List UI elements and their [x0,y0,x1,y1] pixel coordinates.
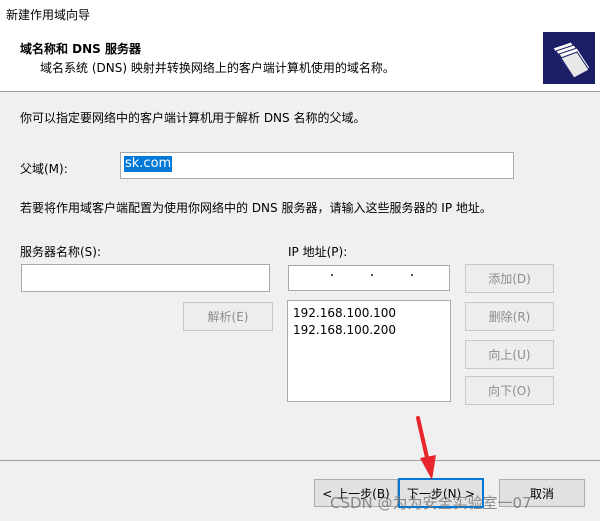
ip-dot-2 [371,274,373,276]
ip-address-input[interactable] [288,265,450,291]
parent-domain-value: sk.com [124,156,173,172]
ip-dot-1 [331,274,333,276]
parent-domain-input[interactable]: sk.com [120,152,514,179]
parent-domain-label: 父域(M): [20,162,68,176]
page-title: 域名称和 DNS 服务器 [20,42,142,56]
list-item[interactable]: 192.168.100.200 [293,323,396,337]
intro-text: 你可以指定要网络中的客户端计算机用于解析 DNS 名称的父域。 [20,111,366,125]
ip-address-list[interactable]: 192.168.100.100 192.168.100.200 [287,300,451,402]
move-down-button[interactable]: 向下(O) [465,376,554,405]
wizard-header: 域名称和 DNS 服务器 域名系统 (DNS) 映射并转换网络上的客户端计算机使… [0,24,600,92]
dialog-window: 新建作用域向导 域名称和 DNS 服务器 域名系统 (DNS) 映射并转换网络上… [0,0,600,521]
move-up-button[interactable]: 向上(U) [465,340,554,369]
footer-divider [0,460,600,461]
title-bar: 新建作用域向导 [0,0,600,24]
ip-address-label: IP 地址(P): [288,245,348,259]
add-button[interactable]: 添加(D) [465,264,554,293]
ip-dot-3 [411,274,413,276]
dns-hint-text: 若要将作用域客户端配置为使用你网络中的 DNS 服务器，请输入这些服务器的 IP… [20,201,492,215]
folders-icon [543,32,595,84]
resolve-button[interactable]: 解析(E) [183,302,273,331]
server-name-input[interactable] [21,264,270,292]
window-title: 新建作用域向导 [6,8,91,22]
remove-button[interactable]: 删除(R) [465,302,554,331]
watermark-text: CSDN @为为安全实验室一07 [330,494,532,512]
page-subtitle: 域名系统 (DNS) 映射并转换网络上的客户端计算机使用的域名称。 [40,61,395,75]
server-name-label: 服务器名称(S): [20,245,102,259]
list-item[interactable]: 192.168.100.100 [293,306,396,320]
